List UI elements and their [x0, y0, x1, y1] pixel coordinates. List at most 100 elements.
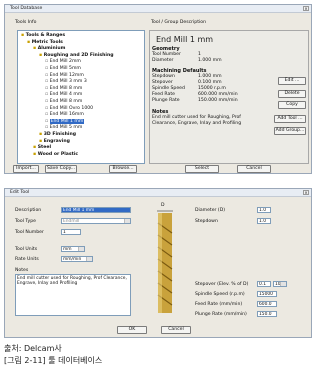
ok-button[interactable]: OK: [117, 326, 147, 334]
rate-units-label: Rate Units: [15, 257, 39, 262]
notes-label: Notes: [15, 268, 29, 273]
edit-window-title: Edit Tool: [10, 190, 30, 195]
tool-name: End Mill 1 mm: [156, 35, 214, 44]
tool-type-label: Tool Type: [15, 219, 36, 224]
import-button[interactable]: Import...: [13, 165, 39, 173]
tree-item[interactable]: ▫ End Mill 3 mm 3: [45, 79, 87, 85]
tool-units-select[interactable]: mm: [61, 246, 85, 252]
tree-item-label: End Mill 5 mm: [49, 125, 83, 131]
tree-item[interactable]: ▪ Aluminium: [33, 46, 65, 52]
diameter-label: Diameter (D): [195, 208, 226, 213]
feed-label: Feed Rate: [152, 92, 175, 97]
save-copy-button[interactable]: Save Copy...: [45, 165, 77, 173]
stepdown-field[interactable]: 1.0: [257, 218, 271, 224]
tree-item[interactable]: ▫ End Mill 4 mm: [45, 92, 82, 98]
tree-item[interactable]: ▫ End Mill 5mm: [45, 66, 81, 72]
tree-item[interactable]: ▫ End Mill 5 mm: [45, 125, 82, 131]
tool-units-label: Tool Units: [15, 247, 38, 252]
add-tool-button[interactable]: Add Tool ...: [274, 115, 306, 123]
feed-label: Feed Rate (mm/min): [195, 302, 243, 307]
tool-number-field[interactable]: 1: [61, 229, 81, 235]
tree-item-label: Wood or Plastic: [37, 151, 79, 157]
notes-line-2: Clearance, Engrave, Inlay and Profiling: [152, 121, 242, 126]
notes-textarea[interactable]: End mill cutter used for Roughing, Prof …: [15, 274, 131, 316]
tree-item[interactable]: ▪ Metric Tools: [27, 40, 63, 46]
tree-item-label: End Mill 3 mm 3: [49, 79, 87, 85]
cancel-button[interactable]: Cancel: [237, 165, 271, 173]
spindle-label: Spindle Speed: [152, 86, 185, 91]
tree-item[interactable]: ▫ End Mill Ovro 1000: [45, 106, 93, 112]
endmill-icon: [157, 210, 173, 313]
tree-item-label: Metric Tools: [31, 39, 63, 45]
tools-info-label: Tools Info: [15, 20, 37, 25]
tree-item-label: End Mill 4 mm: [49, 92, 83, 98]
diameter-field[interactable]: 1.0: [257, 207, 271, 213]
close-icon[interactable]: ×: [303, 190, 309, 195]
notes-text: End mill cutter used for Roughing, Prof …: [17, 276, 127, 286]
stepdown-label: Stepdown: [195, 219, 218, 224]
edit-cancel-button[interactable]: Cancel: [161, 326, 191, 334]
stepover-value: 0.100 mm: [198, 80, 222, 85]
tree-item[interactable]: ▪ Wood or Plastic: [33, 152, 78, 158]
spindle-field[interactable]: 15000: [257, 291, 277, 297]
tree-item[interactable]: ▫ End Mill 2mm: [45, 59, 81, 65]
tree-item[interactable]: ▫ End Mill 8 mm: [45, 99, 82, 105]
tree-item[interactable]: ▫ End Mill 8 mm: [45, 86, 82, 92]
edit-window-title-bar: Edit Tool: [5, 189, 311, 197]
tree-item[interactable]: ▪ Engraving: [39, 139, 70, 145]
tree-item-selected[interactable]: ▫ End Mill 1 mm: [45, 118, 85, 125]
stepover-label: Stepover: [152, 80, 173, 85]
tree-item-label: Engraving: [43, 138, 70, 144]
rate-units-select[interactable]: mm/min: [61, 256, 93, 262]
endmill-diagram: D: [145, 203, 185, 323]
notes-line-1: End mill cutter used for Roughing, Prof: [152, 115, 241, 120]
stepover-label: Stepover (Elev. % of D): [195, 282, 249, 287]
tree-item[interactable]: ▪ Roughing and 2D Finishing: [39, 53, 114, 59]
plunge-label: Plunge Rate (mm/min): [195, 312, 247, 317]
tree-item-label: Roughing and 2D Finishing: [43, 52, 114, 58]
tree-item-label: End Mill 16mm: [49, 112, 84, 118]
tree-item[interactable]: ▫ End Mill 12mm: [45, 73, 84, 79]
add-group-button[interactable]: Add Group...: [274, 127, 306, 135]
tree-item-label: Aluminium: [37, 46, 66, 52]
window-title: Tool Database: [10, 6, 43, 11]
tree-item-label: End Mill 1 mm: [49, 118, 85, 124]
stepover-field[interactable]: 0.1: [257, 281, 271, 287]
tree-item-label: End Mill 8 mm: [49, 99, 83, 104]
description-field[interactable]: End Mill 1 mm: [61, 207, 131, 213]
tree-item[interactable]: ▫ End Mill 16mm: [45, 112, 84, 118]
select-button[interactable]: Select: [185, 165, 219, 173]
tree-item[interactable]: ▪ 3D Finishing: [39, 132, 76, 138]
spindle-value: 15000 r.p.m: [198, 86, 226, 91]
tree-item-label: End Mill 2mm: [49, 59, 81, 65]
delete-button[interactable]: Delete: [278, 90, 306, 98]
tree-item[interactable]: ▪ Steel: [33, 145, 51, 151]
tool-icon: ▫: [45, 118, 50, 124]
tree-item-label: Tools & Ranges: [25, 33, 66, 38]
plunge-value: 150.000 mm/min: [198, 98, 238, 103]
tree-item-label: Steel: [37, 145, 52, 151]
plunge-label: Plunge Rate: [152, 98, 180, 103]
edit-tool-window: Edit Tool × Description End Mill 1 mm To…: [4, 188, 312, 338]
feed-field[interactable]: 600.0: [257, 301, 277, 307]
tree-item-label: End Mill Ovro 1000: [49, 105, 94, 111]
tool-tree[interactable]: ▪ Tools & Ranges ▪ Metric Tools ▪ Aluminiu…: [17, 30, 145, 164]
edit-button[interactable]: Edit ...: [278, 77, 306, 85]
diameter-dim-label: D: [161, 203, 165, 208]
edit-tool-number-label: Tool Number: [15, 230, 44, 235]
tree-item[interactable]: ▪ Tools & Ranges: [21, 33, 65, 39]
copy-button[interactable]: Copy: [278, 101, 306, 109]
plunge-field[interactable]: 150.0: [257, 311, 277, 317]
tree-item-label: End Mill 5mm: [49, 66, 81, 71]
tool-number-label: Tool Number: [152, 52, 181, 57]
browse-button[interactable]: Browse...: [109, 165, 137, 173]
spindle-label: Spindle Speed (r.p.m): [195, 292, 245, 297]
close-icon[interactable]: ×: [303, 6, 309, 11]
tree-item-label: End Mill 12mm: [49, 72, 84, 78]
tool-type-select[interactable]: Endmill: [61, 218, 131, 224]
feed-value: 600.000 mm/min: [198, 92, 238, 97]
source-caption: 출처: Delcam사: [4, 344, 62, 353]
stepover-percent-select[interactable]: 10: [273, 281, 287, 287]
diameter-value: 1.000 mm: [198, 58, 222, 63]
stepdown-value: 1.000 mm: [198, 74, 222, 79]
